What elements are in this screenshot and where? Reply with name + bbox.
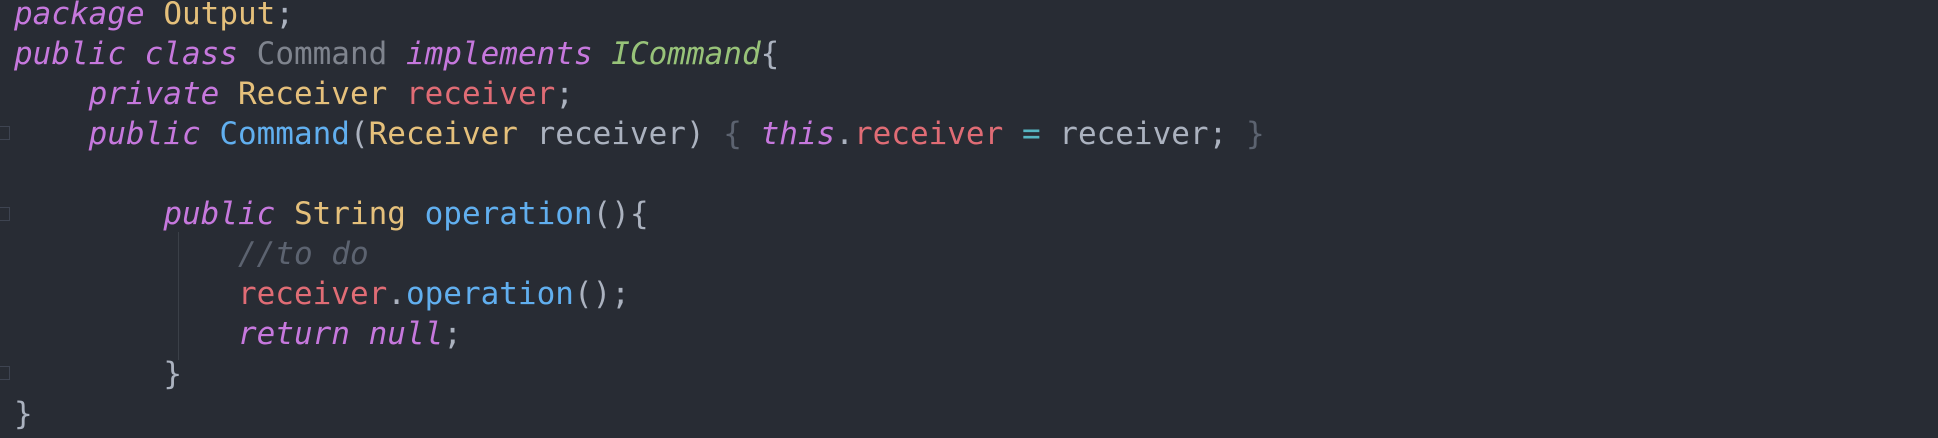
close-paren: ) (685, 116, 705, 152)
comment: //to do (237, 236, 369, 272)
keyword-class: class (144, 36, 238, 72)
open-brace: { (723, 116, 742, 152)
semicolon: ; (1208, 116, 1228, 152)
keyword-this: this (760, 116, 836, 152)
fold-marker-icon[interactable] (0, 126, 10, 140)
method-call: operation (405, 276, 574, 312)
keyword-public: public (14, 36, 126, 72)
code-line-8[interactable]: receiver.operation(); (14, 274, 630, 314)
keyword-null: null (368, 316, 444, 352)
code-line-1[interactable]: package Output; (14, 0, 294, 34)
dot: . (387, 276, 406, 312)
semicolon: ; (275, 0, 294, 32)
keyword-public: public (163, 196, 276, 232)
keyword-private: private (88, 76, 220, 112)
semicolon: ; (443, 316, 462, 352)
package-name: Output (163, 0, 276, 32)
return-type: String (293, 196, 406, 232)
semicolon: ; (555, 76, 574, 112)
method-name: operation (424, 196, 593, 232)
field-type: Receiver (237, 76, 388, 112)
open-paren: ( (349, 116, 369, 152)
code-editor[interactable]: package Output; public class Command imp… (0, 0, 1938, 438)
parens: () (592, 196, 630, 232)
code-line-10[interactable]: } (14, 354, 182, 394)
field-reference: receiver (853, 116, 1004, 152)
close-brace: } (14, 396, 33, 432)
constructor-name: Command (219, 116, 350, 152)
close-brace: } (163, 356, 182, 392)
code-line-2[interactable]: public class Command implements ICommand… (14, 34, 779, 74)
open-brace: { (629, 196, 649, 232)
interface-name: ICommand (611, 36, 761, 72)
dot: . (835, 116, 854, 152)
open-brace: { (760, 36, 780, 72)
class-name: Command (256, 36, 388, 72)
code-line-4[interactable]: public Command(Receiver receiver) { this… (14, 114, 1265, 154)
fold-marker-icon[interactable] (0, 366, 10, 380)
keyword-implements: implements (405, 36, 593, 72)
code-line-6[interactable]: public String operation(){ (14, 194, 649, 234)
code-line-9[interactable]: return null; (14, 314, 462, 354)
field-name: receiver (405, 76, 556, 112)
code-line-7[interactable]: //to do (14, 234, 369, 274)
assign-operator: = (1021, 116, 1041, 152)
keyword-public: public (88, 116, 201, 152)
param-name: receiver (536, 116, 686, 152)
keyword-return: return (237, 316, 350, 352)
fold-marker-icon[interactable] (0, 207, 10, 221)
code-line-11[interactable]: } (14, 394, 33, 434)
assigned-value: receiver (1059, 116, 1209, 152)
call-parens: (); (573, 276, 630, 312)
object-reference: receiver (237, 276, 388, 312)
param-type: Receiver (368, 116, 518, 152)
code-line-3[interactable]: private Receiver receiver; (14, 74, 574, 114)
close-brace: } (1245, 116, 1265, 152)
keyword-package: package (14, 0, 145, 32)
